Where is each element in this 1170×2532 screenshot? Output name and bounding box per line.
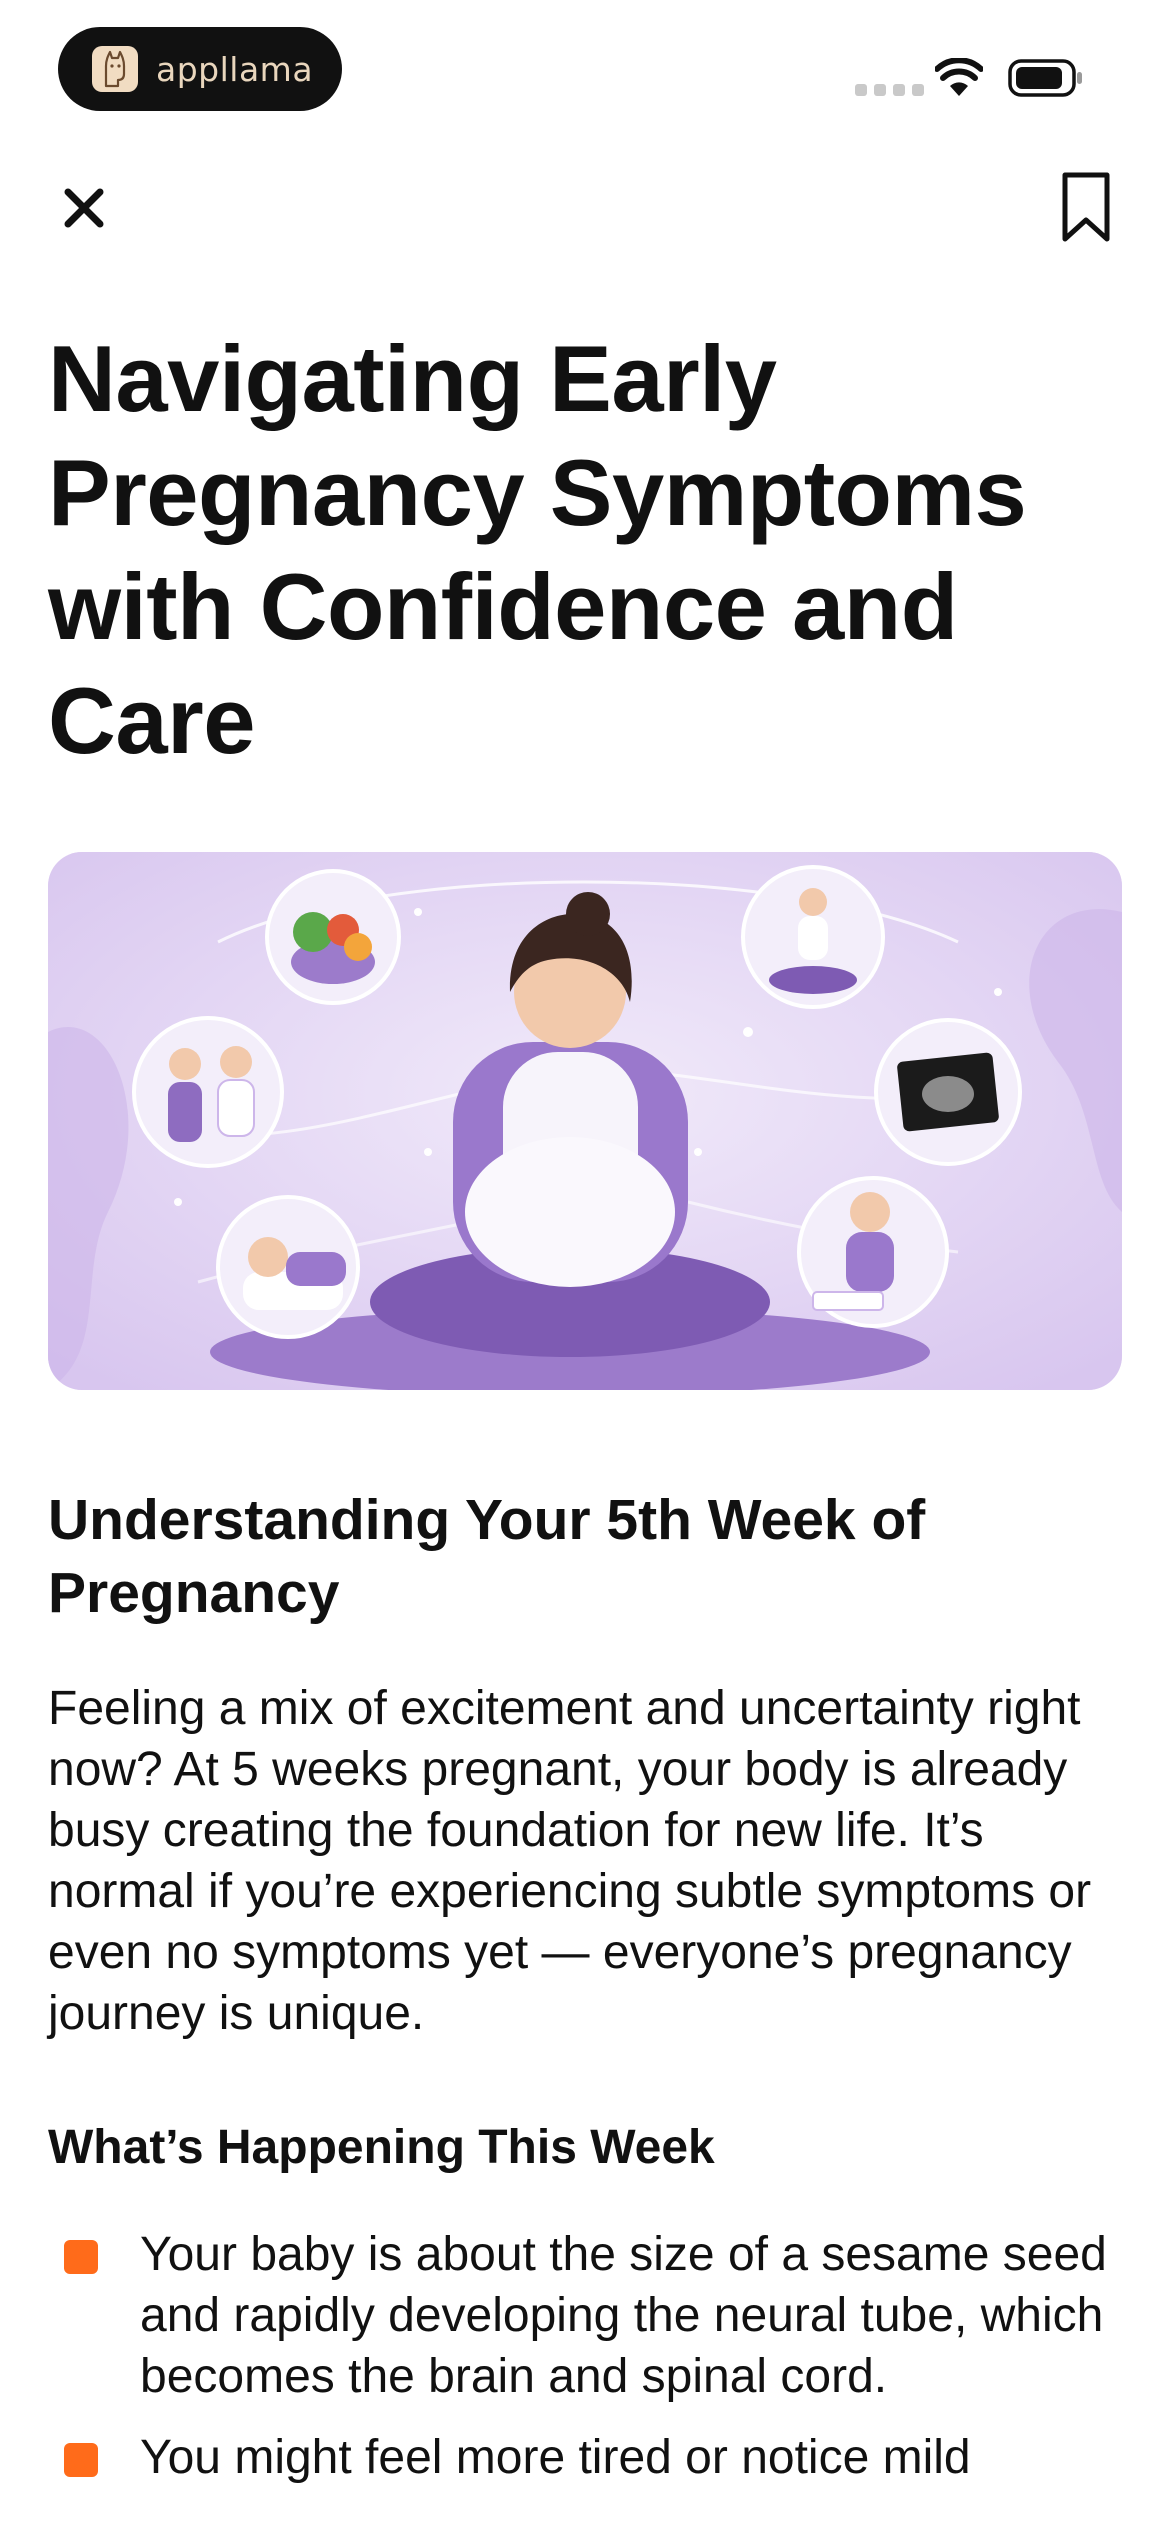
article-title: Navigating Early Pregnancy Symptoms with… (48, 326, 1027, 773)
sub-section-title: What’s Happening This Week (48, 2121, 715, 2174)
wifi-icon (935, 58, 983, 96)
appllama-logo-icon (92, 46, 138, 92)
section-title: Understanding Your 5th Week of Pregnancy (48, 1488, 926, 1625)
bullet-square-icon (64, 2240, 98, 2274)
bullet-square-icon (64, 2443, 98, 2477)
intro-paragraph: Feeling a mix of excitement and uncertai… (48, 1682, 1092, 2040)
close-button[interactable] (58, 182, 110, 234)
battery-icon (1008, 59, 1082, 97)
brand-name: appllama (156, 49, 314, 89)
bullet-list: Your baby is about the size of a sesame … (48, 2224, 1138, 2508)
hero-illustration (48, 852, 1122, 1390)
list-item-text: Your baby is about the size of a sesame … (140, 2228, 1107, 2403)
bookmark-button[interactable] (1060, 170, 1112, 244)
article-screen: appllama Navigating Early Pregnancy Symp… (0, 0, 1170, 2532)
list-item-text: You might feel more tired or notice mild (140, 2431, 971, 2484)
app-brand-pill[interactable]: appllama (58, 27, 342, 111)
list-item: Your baby is about the size of a sesame … (48, 2224, 1138, 2407)
list-item: You might feel more tired or notice mild (48, 2427, 1138, 2488)
signal-icon (855, 84, 924, 96)
